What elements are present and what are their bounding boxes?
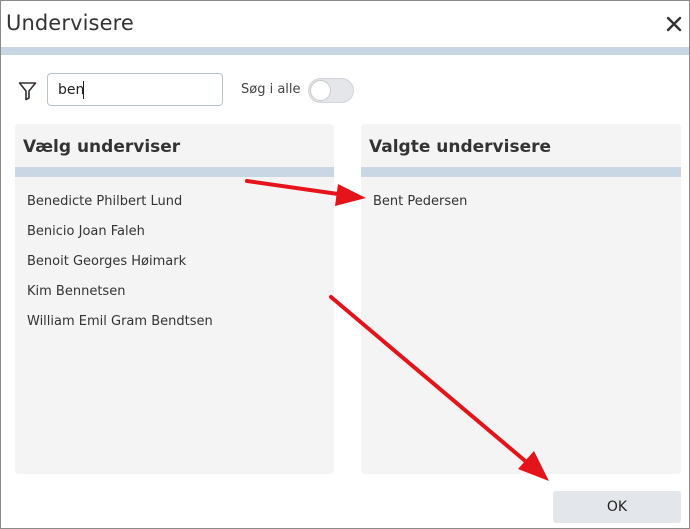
list-item[interactable]: Benicio Joan Faleh (15, 217, 334, 247)
search-input[interactable] (47, 73, 223, 106)
teachers-dialog: Undervisere Søg i alle Vælg underviser B… (0, 0, 690, 529)
dialog-title: Undervisere (6, 11, 134, 35)
title-divider (1, 47, 689, 55)
available-teachers-panel: Vælg underviser Benedicte Philbert Lund … (15, 124, 334, 474)
panel-divider (15, 167, 334, 177)
available-panel-title: Vælg underviser (23, 137, 181, 157)
list-item[interactable]: Benedicte Philbert Lund (15, 187, 334, 217)
filter-icon (18, 82, 37, 101)
close-icon[interactable] (663, 13, 685, 35)
selected-panel-title: Valgte undervisere (369, 137, 552, 157)
ok-button[interactable]: OK (553, 491, 681, 523)
available-list: Benedicte Philbert Lund Benicio Joan Fal… (15, 187, 334, 337)
search-all-toggle[interactable] (308, 78, 354, 103)
panel-divider (361, 167, 681, 177)
list-item[interactable]: William Emil Gram Bendtsen (15, 307, 334, 337)
search-all-label: Søg i alle (241, 82, 301, 97)
toggle-knob (310, 80, 331, 101)
list-item[interactable]: Kim Bennetsen (15, 277, 334, 307)
dialog-titlebar: Undervisere (1, 1, 689, 47)
list-item[interactable]: Bent Pedersen (361, 187, 681, 217)
list-item[interactable]: Benoit Georges Høimark (15, 247, 334, 277)
selected-teachers-panel: Valgte undervisere Bent Pedersen (361, 124, 681, 474)
selected-list: Bent Pedersen (361, 187, 681, 217)
text-cursor (83, 81, 84, 99)
